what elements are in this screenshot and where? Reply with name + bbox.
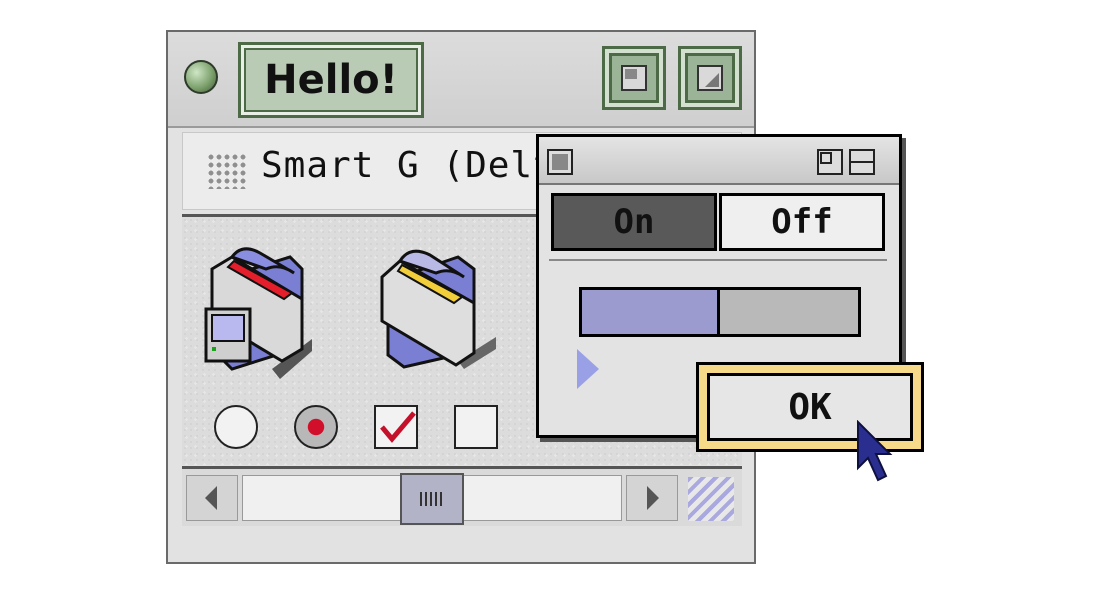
folder-icon[interactable] (378, 241, 498, 371)
status-light-icon (184, 60, 218, 94)
collapse-box-icon[interactable] (678, 46, 742, 110)
path-label: Smart G (Delt (261, 145, 556, 186)
checkbox-unchecked[interactable] (454, 405, 498, 449)
disk-folder-icon[interactable] (202, 239, 322, 379)
radio-button-unselected[interactable] (214, 405, 258, 449)
zoom-box-icon[interactable] (602, 46, 666, 110)
scroll-left-arrow-icon[interactable] (186, 475, 238, 521)
segment-off-button[interactable]: Off (719, 193, 885, 251)
grid-icon (207, 153, 247, 189)
title-bar[interactable]: Hello! (168, 32, 754, 128)
collapse-box-icon[interactable] (849, 149, 875, 175)
radio-button-selected[interactable] (294, 405, 338, 449)
divider (549, 259, 887, 261)
dialog-title-bar[interactable] (539, 137, 899, 185)
zoom-box-icon[interactable] (817, 149, 843, 175)
progress-fill (582, 290, 720, 334)
scroll-thumb[interactable] (400, 473, 464, 525)
resize-grip-icon[interactable] (688, 477, 734, 521)
disclosure-triangle-icon[interactable] (575, 347, 599, 391)
horizontal-scrollbar[interactable] (182, 466, 742, 526)
close-box-icon[interactable] (547, 149, 573, 175)
checkmark-icon (380, 411, 416, 443)
checkbox-checked[interactable] (374, 405, 418, 449)
scroll-right-arrow-icon[interactable] (626, 475, 678, 521)
segment-on-button[interactable]: On (551, 193, 717, 251)
window-title: Hello! (238, 42, 424, 118)
mouse-pointer-icon (857, 420, 893, 482)
progress-bar (579, 287, 861, 337)
